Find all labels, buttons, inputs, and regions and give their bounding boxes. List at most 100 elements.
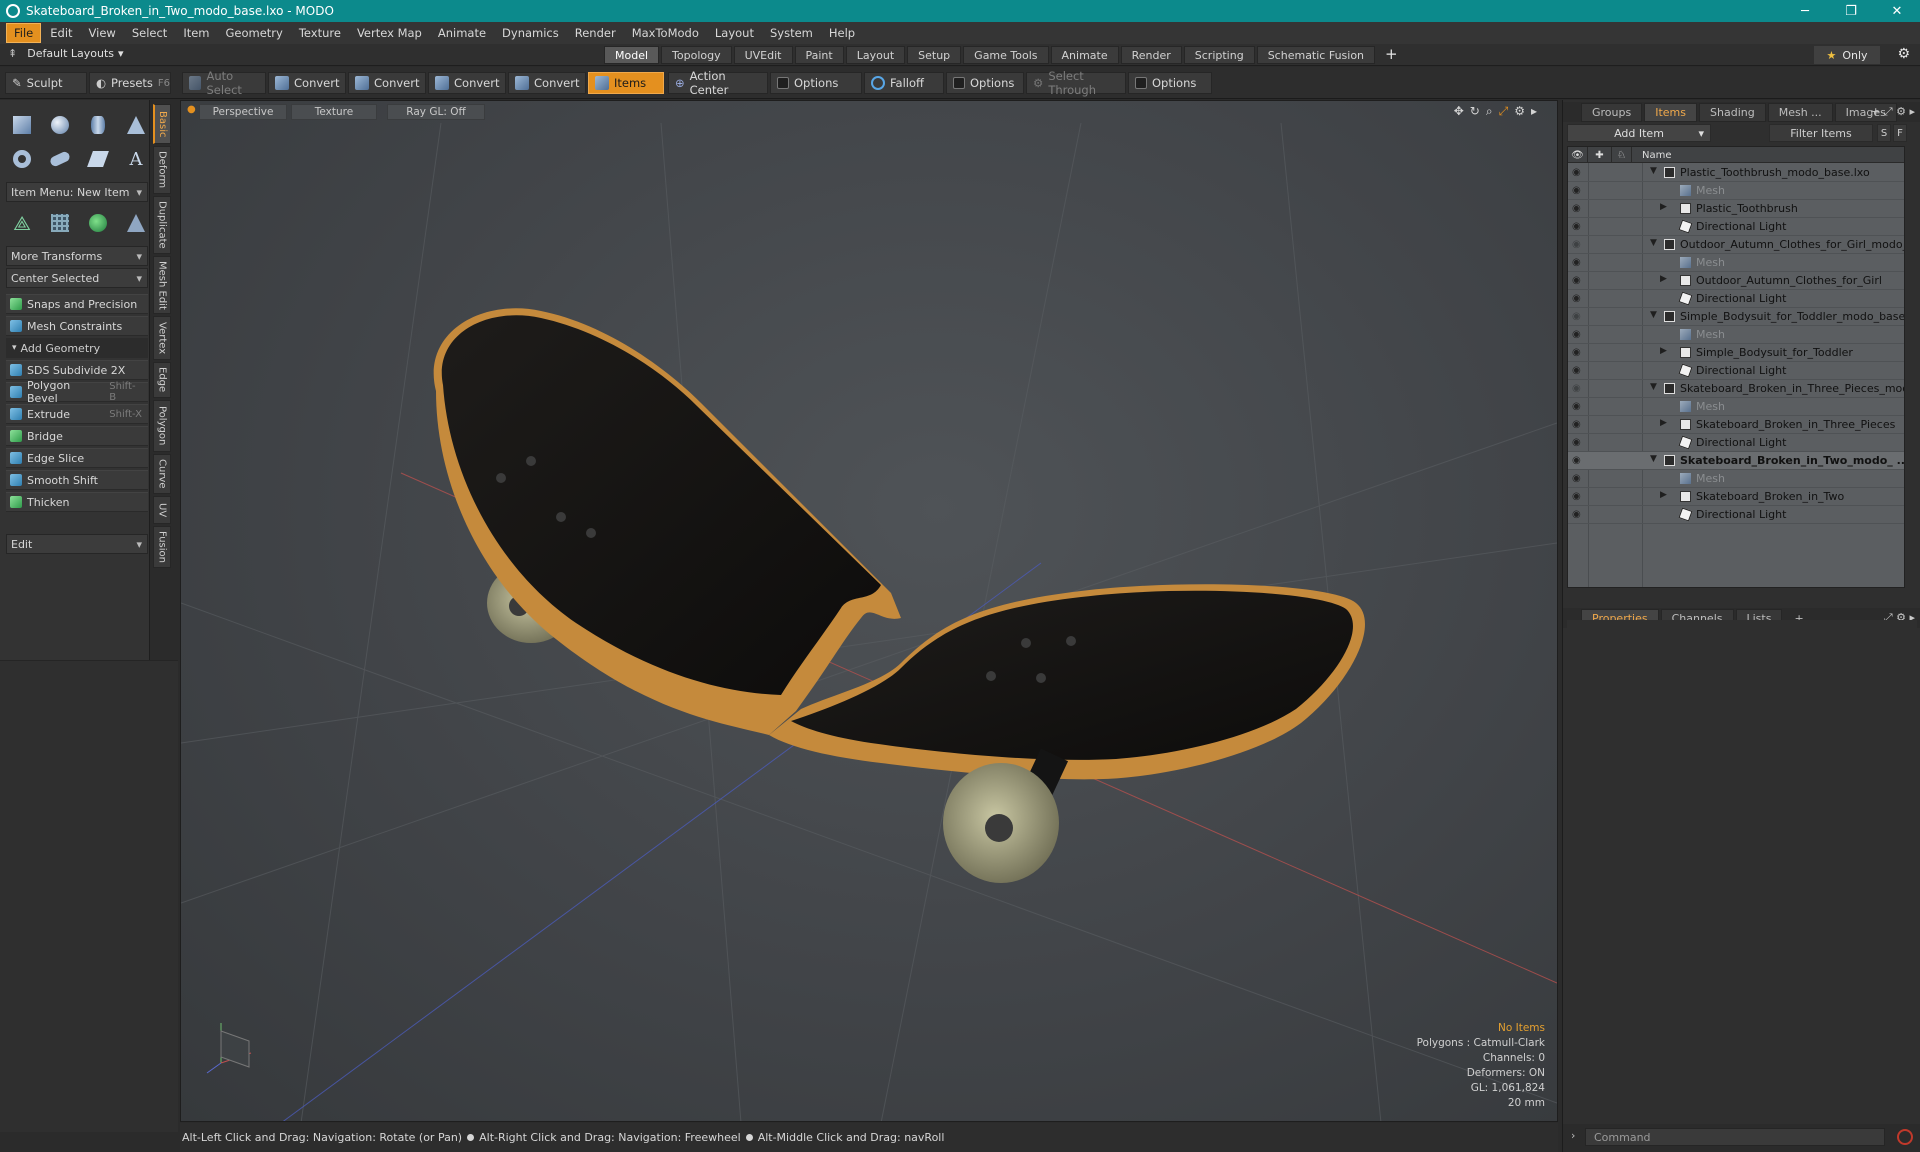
vtab-fusion[interactable]: Fusion <box>153 526 171 568</box>
unreal-mesh-icon[interactable] <box>82 144 114 174</box>
expand-triangle-down-icon[interactable]: ▼ <box>1650 238 1657 248</box>
item-row[interactable]: ◉ Mesh <box>1568 182 1904 200</box>
perspective-button[interactable]: Perspective <box>199 104 287 120</box>
convert-vertices-button[interactable]: Convert <box>268 72 346 94</box>
add-geometry-header[interactable]: ▾ Add Geometry <box>6 338 148 358</box>
visibility-eye-icon[interactable]: ◉ <box>1572 329 1585 340</box>
menu-view[interactable]: View <box>82 24 123 42</box>
tab-uvedit[interactable]: UVEdit <box>733 46 793 64</box>
menu-item[interactable]: Item <box>176 24 216 42</box>
add-item-button[interactable]: Add Item <box>1567 124 1711 142</box>
visibility-eye-icon[interactable]: ◉ <box>1572 419 1585 430</box>
item-row[interactable]: ◉ ▶ Plastic_Toothbrush <box>1568 200 1904 218</box>
item-row[interactable]: ◉ Directional Light <box>1568 218 1904 236</box>
visibility-eye-icon[interactable]: ◉ <box>1572 203 1585 214</box>
tab-schematic-fusion[interactable]: Schematic Fusion <box>1256 46 1376 64</box>
light-cone-icon[interactable] <box>120 208 152 238</box>
more-transforms-dropdown[interactable]: More Transforms <box>6 246 148 266</box>
menu-animate[interactable]: Animate <box>431 24 493 42</box>
visibility-eye-icon[interactable]: ◉ <box>1572 455 1585 466</box>
menu-select[interactable]: Select <box>125 24 174 42</box>
visibility-eye-icon[interactable]: ◉ <box>1572 167 1585 178</box>
viewport-menu-dot-icon[interactable]: ● <box>187 104 196 115</box>
texture-button[interactable]: Texture <box>291 104 377 120</box>
text-tool-icon[interactable]: A <box>120 144 152 174</box>
convert-edges-button[interactable]: Convert <box>348 72 426 94</box>
item-row[interactable]: ◉ Mesh <box>1568 470 1904 488</box>
tab-render[interactable]: Render <box>1120 46 1182 64</box>
select-through-button[interactable]: ⚙ Select Through <box>1026 69 1126 97</box>
vtab-deform[interactable]: Deform <box>153 146 171 194</box>
visibility-eye-icon[interactable]: ◉ <box>1572 365 1585 376</box>
menu-render[interactable]: Render <box>568 24 623 42</box>
vtab-edge[interactable]: Edge <box>153 362 171 398</box>
menu-help[interactable]: Help <box>822 24 862 42</box>
locator-icon[interactable]: ⟁ <box>6 208 38 238</box>
polygon-bevel-button[interactable]: Polygon Bevel Shift-B <box>6 379 148 405</box>
vtab-uv[interactable]: UV <box>153 496 171 524</box>
vtab-duplicate[interactable]: Duplicate <box>153 196 171 254</box>
vtab-mesh-edit[interactable]: Mesh Edit <box>153 256 171 314</box>
cylinder-icon[interactable] <box>82 110 114 140</box>
visibility-eye-icon[interactable]: ◉ <box>1572 257 1585 268</box>
vtab-curve[interactable]: Curve <box>153 454 171 494</box>
visibility-eye-icon[interactable]: ◉ <box>1572 311 1585 322</box>
item-row[interactable]: ◉ ▶ Skateboard_Broken_in_Three_Pieces <box>1568 416 1904 434</box>
auto-select-button[interactable]: Auto Select <box>182 69 266 97</box>
edge-slice-button[interactable]: Edge Slice <box>6 448 148 468</box>
expand-triangle-right-icon[interactable]: ▶ <box>1660 346 1667 356</box>
tab-scripting[interactable]: Scripting <box>1183 46 1255 64</box>
menu-maxtomodo[interactable]: MaxToModo <box>625 24 706 42</box>
viewport-settings-icon[interactable]: ⚙ <box>1514 104 1525 119</box>
scene-row[interactable]: ◉ ▼ Plastic_Toothbrush_modo_base.lxo <box>1568 164 1904 182</box>
command-history-arrow-icon[interactable]: › <box>1571 1129 1575 1142</box>
edit-dropdown[interactable]: Edit <box>6 534 148 554</box>
visibility-eye-icon[interactable]: ◉ <box>1572 239 1585 250</box>
cube-icon[interactable] <box>6 110 38 140</box>
tab-items[interactable]: Items <box>1644 102 1698 122</box>
vtab-vertex[interactable]: Vertex <box>153 316 171 360</box>
vtab-polygon[interactable]: Polygon <box>153 400 171 452</box>
zoom-icon[interactable]: ⌕ <box>1486 104 1493 119</box>
tab-topology[interactable]: Topology <box>661 46 732 64</box>
gear-icon[interactable]: ⚙ <box>1897 46 1910 62</box>
tab-mesh[interactable]: Mesh ... <box>1767 102 1833 122</box>
menu-system[interactable]: System <box>763 24 820 42</box>
visibility-eye-icon[interactable]: ◉ <box>1572 185 1585 196</box>
tab-groups[interactable]: Groups <box>1581 102 1643 122</box>
render-column-icon[interactable]: ♘ <box>1612 147 1632 163</box>
only-toggle[interactable]: ★ Only <box>1814 46 1880 64</box>
tab-layout[interactable]: Layout <box>845 46 906 64</box>
action-center-options-button[interactable]: Options <box>770 72 862 94</box>
visibility-eye-icon[interactable]: ◉ <box>1572 473 1585 484</box>
command-input[interactable]: Command <box>1585 1128 1885 1146</box>
menu-layout[interactable]: Layout <box>708 24 761 42</box>
sphere-icon[interactable] <box>44 110 76 140</box>
pan-icon[interactable]: ✥ <box>1454 104 1464 119</box>
fit-icon[interactable]: ⤢ <box>1499 104 1509 119</box>
falloff-options-button[interactable]: Options <box>946 72 1024 94</box>
visibility-eye-icon[interactable]: ◉ <box>1572 383 1585 394</box>
scene-row[interactable]: ◉ ▼ Outdoor_Autumn_Clothes_for_Girl_modo_ … <box>1568 236 1904 254</box>
scene-row[interactable]: ◉ ▼ Skateboard_Broken_in_Three_Pieces_mod … <box>1568 380 1904 398</box>
item-row[interactable]: ◉ ▶ Skateboard_Broken_in_Two <box>1568 488 1904 506</box>
menu-vertex-map[interactable]: Vertex Map <box>350 24 429 42</box>
sculpt-button[interactable]: ✎ Sculpt <box>5 72 87 94</box>
expand-triangle-down-icon[interactable]: ▼ <box>1650 166 1657 176</box>
item-row[interactable]: ◉ Mesh <box>1568 326 1904 344</box>
3d-viewport[interactable]: ● Perspective Texture Ray GL: Off ✥ ↻ ⌕ … <box>180 100 1558 1122</box>
globe-icon[interactable] <box>82 208 114 238</box>
sds-subdivide-button[interactable]: SDS Subdivide 2X <box>6 360 148 380</box>
tab-setup[interactable]: Setup <box>907 46 962 64</box>
visibility-column-icon[interactable]: 👁 <box>1568 147 1588 163</box>
expand-triangle-right-icon[interactable]: ▶ <box>1660 490 1667 500</box>
cone-icon[interactable] <box>120 110 152 140</box>
mesh-constraints-button[interactable]: Mesh Constraints <box>6 316 148 336</box>
torus-icon[interactable] <box>6 144 38 174</box>
scene-row[interactable]: ◉ ▼ Skateboard_Broken_in_Two_modo_ ... <box>1568 452 1904 470</box>
close-button[interactable]: ✕ <box>1874 0 1920 22</box>
tab-shading[interactable]: Shading <box>1699 102 1766 122</box>
select-through-options-button[interactable]: Options <box>1128 72 1212 94</box>
item-row[interactable]: ◉ ▶ Outdoor_Autumn_Clothes_for_Girl <box>1568 272 1904 290</box>
visibility-eye-icon[interactable]: ◉ <box>1572 347 1585 358</box>
